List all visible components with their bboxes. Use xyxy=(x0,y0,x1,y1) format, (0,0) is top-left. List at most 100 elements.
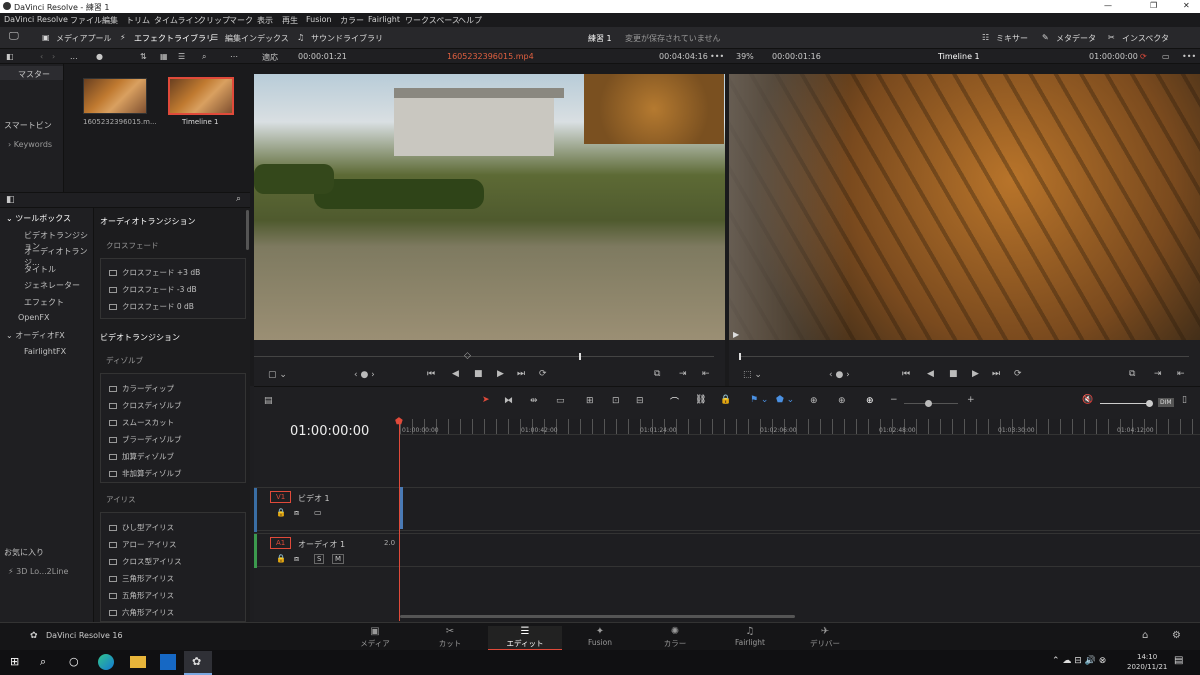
trim-tool-icon[interactable]: ⧓ xyxy=(504,396,513,406)
fx-non-additive-dissolve[interactable]: 非加算ディゾルブ xyxy=(109,468,181,479)
mixer-button[interactable]: ミキサー xyxy=(996,33,1028,44)
mark-in-icon[interactable]: ⇥ xyxy=(679,369,687,379)
monitor-icon[interactable]: 🖵 xyxy=(9,31,19,42)
timeline-ruler[interactable] xyxy=(400,419,1200,435)
record-playhead[interactable] xyxy=(739,353,741,360)
nav-forward-icon[interactable]: › xyxy=(52,52,55,61)
toolbox-effects[interactable]: エフェクト xyxy=(24,297,64,308)
zoom-slider-handle[interactable] xyxy=(925,400,932,407)
menu-fairlight[interactable]: Fairlight xyxy=(368,15,400,24)
audio-lock-icon[interactable]: 🔒 xyxy=(276,554,286,563)
record-scrubber[interactable] xyxy=(739,356,1189,357)
position-lock-icon[interactable]: 🔒 xyxy=(720,395,731,405)
menu-fusion[interactable]: Fusion xyxy=(306,15,332,24)
flag-icon[interactable]: ⚑ ⌄ xyxy=(750,395,768,405)
search-taskbar-icon[interactable]: ⌕ xyxy=(40,655,46,669)
volume-slider-handle[interactable] xyxy=(1146,400,1153,407)
toolbox-openfx[interactable]: OpenFX xyxy=(18,313,49,322)
linked-selection-icon[interactable]: ⛓ xyxy=(695,395,706,405)
options-icon[interactable]: ••• xyxy=(1182,52,1196,61)
record-mark-in-icon[interactable]: ⇥ xyxy=(1154,369,1162,379)
search-icon[interactable]: ⌕ xyxy=(202,52,206,62)
stop-icon[interactable]: ■ xyxy=(474,369,483,379)
menu-playback[interactable]: 再生 xyxy=(282,15,298,26)
audio-autoselect-icon[interactable]: ⧈ xyxy=(294,554,299,564)
menu-mark[interactable]: マーク xyxy=(229,15,253,26)
keywords-bin[interactable]: › Keywords xyxy=(8,140,52,149)
fit-dropdown[interactable]: 適応 xyxy=(262,52,278,63)
task-view-icon[interactable]: ○ xyxy=(69,655,79,668)
zoom-detail-icon[interactable]: ⊕ xyxy=(838,396,846,406)
blade-tool-icon[interactable]: ▭ xyxy=(556,396,565,406)
play-reverse-icon[interactable]: ◀ xyxy=(452,369,459,379)
effects-search-icon[interactable]: ⌕ xyxy=(236,194,241,204)
skip-forward-icon[interactable]: ⏭ xyxy=(517,369,525,379)
fx-triangle-iris[interactable]: 三角形アイリス xyxy=(109,573,174,584)
timeline-playhead[interactable] xyxy=(399,421,400,621)
v1-track-label[interactable]: V1 xyxy=(270,491,292,503)
jog-icon[interactable]: ‹ ● › xyxy=(354,370,375,380)
audio-track-lane[interactable] xyxy=(400,533,1200,567)
timeline-scrollbar[interactable] xyxy=(400,615,795,618)
selection-tool-icon[interactable]: ➤ xyxy=(482,395,490,405)
fx-pentagon-iris[interactable]: 五角形アイリス xyxy=(109,590,174,601)
windows-start-icon[interactable]: ⊞ xyxy=(10,655,19,668)
fx-crossfade-minus3[interactable]: クロスフェード -3 dB xyxy=(109,284,197,295)
sidebar-toggle-icon[interactable]: ◧ xyxy=(6,195,15,205)
file-explorer-icon[interactable] xyxy=(130,656,146,668)
record-loop-icon[interactable]: ⟳ xyxy=(1014,369,1022,379)
page-color[interactable]: ✺ カラー xyxy=(638,626,712,651)
record-mark-out-icon[interactable]: ⇤ xyxy=(1177,369,1185,379)
metadata-button[interactable]: メタデータ xyxy=(1056,33,1096,44)
record-jog-icon[interactable]: ‹ ● › xyxy=(829,370,850,380)
system-tray-icons[interactable]: ⌃ ☁ ⊟ 🔊 ⊗ xyxy=(1052,656,1106,666)
page-edit[interactable]: ☰ エディット xyxy=(488,626,562,651)
page-deliver[interactable]: ✈ デリバー xyxy=(788,626,862,651)
fx-blur-dissolve[interactable]: ブラーディゾルブ xyxy=(109,434,181,445)
clip-thumbnail-1[interactable] xyxy=(83,78,147,114)
mark-out-icon[interactable]: ⇤ xyxy=(702,369,710,379)
transform-icon[interactable]: ▢ ⌄ xyxy=(268,370,287,380)
solo-button[interactable]: S xyxy=(314,554,325,564)
source-scrubber[interactable] xyxy=(254,356,714,357)
inspector-button[interactable]: インスペクタ xyxy=(1122,33,1169,44)
sort-icon[interactable]: ⇅ xyxy=(140,52,147,61)
zoom-full-icon[interactable]: ⊕ xyxy=(810,396,818,406)
video-clip[interactable] xyxy=(400,487,403,529)
outlook-icon[interactable] xyxy=(160,654,176,670)
menu-color[interactable]: カラー xyxy=(340,15,364,26)
page-fusion[interactable]: ✦ Fusion xyxy=(563,626,637,651)
grid-view-icon[interactable]: ▦ xyxy=(160,52,168,61)
zoom-in-icon[interactable]: + xyxy=(967,395,975,405)
menu-trim[interactable]: トリム xyxy=(126,15,150,26)
home-icon[interactable]: ⌂ xyxy=(1142,630,1148,641)
toolbox-generators[interactable]: ジェネレーター xyxy=(24,280,80,291)
minimize-button[interactable]: — xyxy=(1104,1,1112,10)
fx-crossfade-plus3[interactable]: クロスフェード +3 dB xyxy=(109,267,200,278)
a1-track-label[interactable]: A1 xyxy=(270,537,292,549)
zoom-out-icon[interactable]: − xyxy=(890,395,898,405)
fx-hexagon-iris[interactable]: 六角形アイリス xyxy=(109,607,174,618)
record-skip-forward-icon[interactable]: ⏭ xyxy=(992,369,1000,379)
page-cut[interactable]: ✂ カット xyxy=(413,626,487,651)
volume-slider[interactable] xyxy=(1100,403,1150,404)
settings-gear-icon[interactable]: ⚙ xyxy=(1172,630,1181,641)
playhead-handle-icon[interactable]: ⬟ xyxy=(395,417,403,427)
panel-toggle-icon[interactable]: ◧ xyxy=(6,52,14,61)
audio-track-name[interactable]: オーディオ 1 xyxy=(298,539,345,550)
loop-icon[interactable]: ⟳ xyxy=(539,369,547,379)
source-playhead[interactable] xyxy=(579,353,581,360)
toolbox-audiofx[interactable]: ⌄ オーディオFX xyxy=(6,330,65,341)
list-view-icon[interactable]: ☰ xyxy=(178,52,185,61)
more-icon[interactable]: ⋯ xyxy=(230,52,238,61)
dynamic-trim-icon[interactable]: ⇹ xyxy=(530,396,538,406)
marker-icon[interactable]: ⬟ ⌄ xyxy=(776,395,794,405)
effects-library-button[interactable]: エフェクトライブラリ xyxy=(134,33,214,44)
timeline-name[interactable]: Timeline 1 xyxy=(938,52,980,61)
timeline-view-options-icon[interactable]: ▤ xyxy=(264,396,273,406)
maximize-button[interactable]: ❐ xyxy=(1150,1,1157,10)
record-play-reverse-icon[interactable]: ◀ xyxy=(927,369,934,379)
record-stop-icon[interactable]: ■ xyxy=(949,369,958,379)
video-track-lane[interactable] xyxy=(400,487,1200,531)
close-button[interactable]: ✕ xyxy=(1183,1,1190,10)
